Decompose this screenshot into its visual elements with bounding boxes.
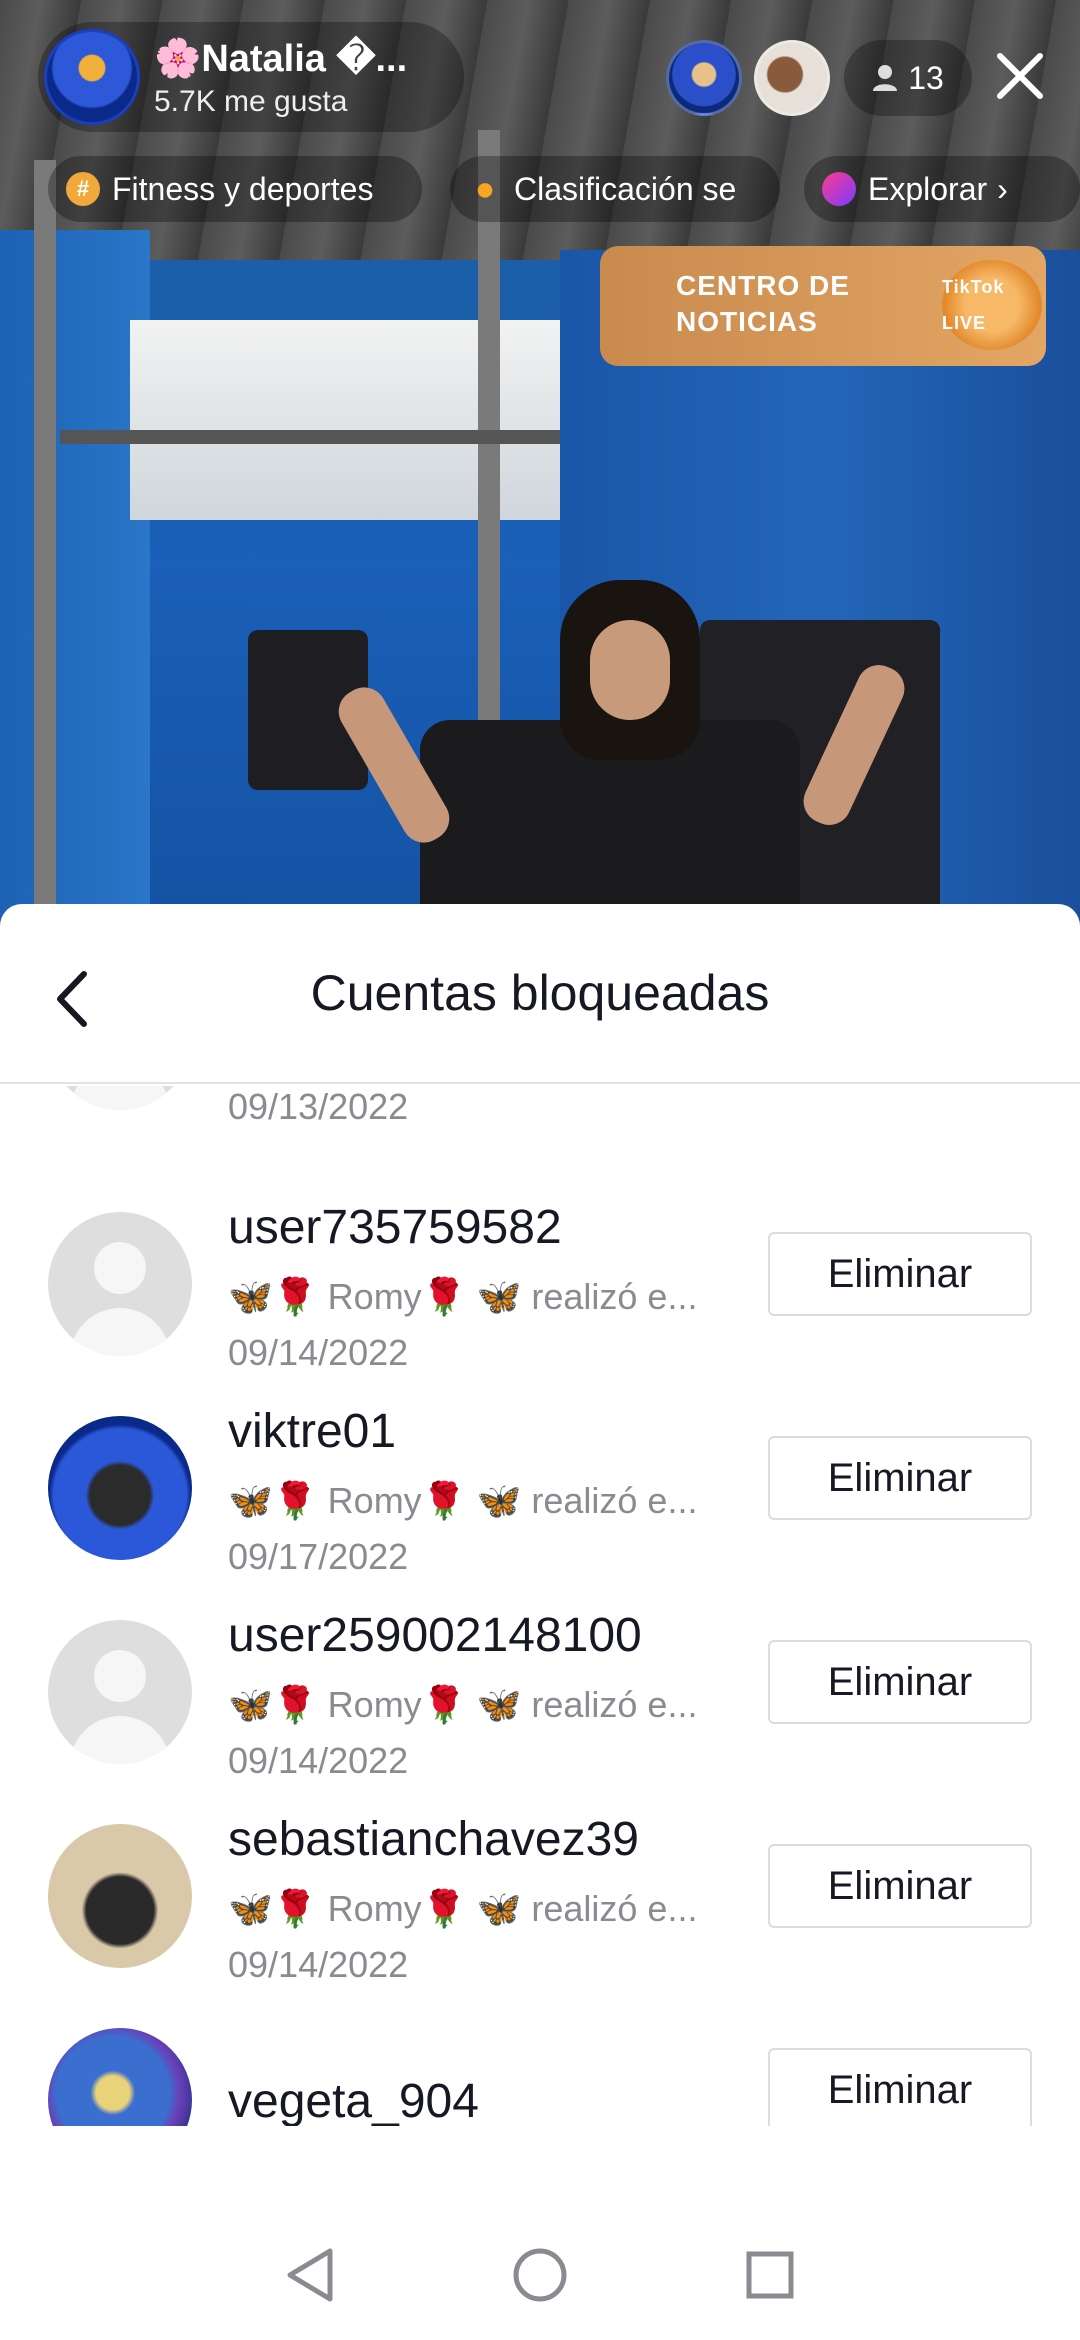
list-item: sebastianchavez39 🦋🌹 Romy🌹 🦋 realizó e..… bbox=[0, 1813, 1080, 2028]
remove-button[interactable]: Eliminar bbox=[768, 1844, 1032, 1928]
butterfly-icon: 🦋 bbox=[228, 1480, 273, 1521]
rose-icon: 🌹 bbox=[421, 1684, 467, 1725]
square-recents-icon bbox=[746, 2251, 794, 2299]
stream-pole bbox=[34, 160, 56, 940]
system-nav-bar bbox=[0, 2210, 1080, 2340]
user-avatar[interactable] bbox=[48, 1086, 192, 1110]
nav-home-button[interactable] bbox=[500, 2235, 580, 2315]
person-icon bbox=[873, 65, 898, 91]
chip-ranking[interactable]: ● Clasificación se bbox=[450, 156, 780, 222]
sheet-title: Cuentas bloqueadas bbox=[310, 965, 770, 1021]
streamer-face bbox=[590, 620, 670, 720]
stream-window bbox=[130, 320, 570, 520]
blocked-accounts-list[interactable]: 09/13/2022 user735759582 🦋🌹 Romy🌹 🦋 real… bbox=[0, 1086, 1080, 2126]
block-description: 🦋🌹 Romy🌹 🦋 realizó e... bbox=[228, 1888, 708, 1930]
desc-name: Romy bbox=[327, 1480, 422, 1521]
list-item: user735759582 🦋🌹 Romy🌹 🦋 realizó e... 09… bbox=[0, 1201, 1080, 1416]
remove-button[interactable]: Eliminar bbox=[768, 1640, 1032, 1724]
block-date: 09/13/2022 bbox=[228, 1086, 409, 1127]
remove-button[interactable]: Eliminar bbox=[768, 1232, 1032, 1316]
nav-back-button[interactable] bbox=[270, 2235, 350, 2315]
butterfly-icon: 🦋 bbox=[476, 1276, 522, 1317]
rose-icon: 🌹 bbox=[421, 1888, 467, 1929]
desc-suffix: realizó e... bbox=[531, 1684, 698, 1725]
host-info-pill[interactable]: 🌸Natalia �... 5.7K me gusta bbox=[38, 22, 464, 132]
rose-icon: 🌹 bbox=[272, 1480, 318, 1521]
live-stream-video[interactable] bbox=[0, 0, 1080, 940]
chip-label: Fitness y deportes bbox=[112, 170, 374, 207]
rose-icon: 🌹 bbox=[272, 1276, 318, 1317]
username[interactable]: viktre01 bbox=[228, 1404, 396, 1459]
desc-name: Romy bbox=[327, 1276, 422, 1317]
stream-bar bbox=[60, 430, 560, 444]
remove-button[interactable]: Eliminar bbox=[768, 2048, 1032, 2126]
block-description: 🦋🌹 Romy🌹 🦋 realizó e... bbox=[228, 1276, 708, 1318]
chip-label: Clasificación se bbox=[514, 170, 737, 207]
block-description: 🦋🌹 Romy🌹 🦋 realizó e... bbox=[228, 1480, 708, 1522]
butterfly-icon: 🦋 bbox=[476, 1480, 522, 1521]
desc-suffix: realizó e... bbox=[531, 1276, 698, 1317]
user-avatar[interactable] bbox=[48, 2028, 192, 2126]
explore-icon bbox=[822, 172, 856, 206]
circle-home-icon bbox=[513, 2248, 567, 2302]
block-date: 09/14/2022 bbox=[228, 1944, 409, 1985]
block-date: 09/17/2022 bbox=[228, 1536, 409, 1577]
chevron-right-icon: › bbox=[997, 170, 1008, 207]
username[interactable]: user735759582 bbox=[228, 1200, 562, 1255]
tiktok-live-logo: TikTok LIVE bbox=[942, 260, 1042, 350]
block-date: 09/14/2022 bbox=[228, 1332, 409, 1373]
user-avatar[interactable] bbox=[48, 1824, 192, 1968]
chip-explore[interactable]: Explorar › bbox=[804, 156, 1080, 222]
user-avatar[interactable] bbox=[48, 1620, 192, 1764]
butterfly-icon: 🦋 bbox=[228, 1276, 273, 1317]
triangle-back-icon bbox=[287, 2248, 333, 2302]
list-item: user259002148100 🦋🌹 Romy🌹 🦋 realizó e...… bbox=[0, 1609, 1080, 1824]
block-description: 🦋🌹 Romy🌹 🦋 realizó e... bbox=[228, 1684, 708, 1726]
hashtag-icon: # bbox=[66, 172, 100, 206]
close-icon-svg bbox=[997, 53, 1043, 99]
list-item-partial: 09/13/2022 bbox=[0, 1086, 1080, 1170]
remove-button[interactable]: Eliminar bbox=[768, 1436, 1032, 1520]
block-date: 09/14/2022 bbox=[228, 1740, 409, 1781]
host-avatar[interactable] bbox=[44, 29, 140, 125]
butterfly-icon: 🦋 bbox=[228, 1888, 273, 1929]
rose-icon: 🌹 bbox=[421, 1276, 467, 1317]
username[interactable]: user259002148100 bbox=[228, 1608, 642, 1663]
viewer-count-badge[interactable]: 13 bbox=[844, 40, 972, 116]
sheet-header: Cuentas bloqueadas bbox=[0, 904, 1080, 1084]
stream-tarp-left bbox=[0, 230, 150, 940]
desc-suffix: realizó e... bbox=[531, 1888, 698, 1929]
rose-icon: 🌹 bbox=[272, 1888, 318, 1929]
butterfly-icon: 🦋 bbox=[476, 1888, 522, 1929]
news-center-banner[interactable]: CENTRO DE NOTICIAS TikTok LIVE bbox=[600, 246, 1046, 366]
user-avatar[interactable] bbox=[48, 1212, 192, 1356]
viewer-count: 13 bbox=[908, 59, 944, 96]
butterfly-icon: 🦋 bbox=[476, 1684, 522, 1725]
list-item: viktre01 🦋🌹 Romy🌹 🦋 realizó e... 09/17/2… bbox=[0, 1405, 1080, 1620]
top-viewer-avatar[interactable] bbox=[666, 40, 742, 116]
host-name: 🌸Natalia �... bbox=[154, 37, 408, 80]
close-icon[interactable] bbox=[988, 42, 1052, 114]
desc-suffix: realizó e... bbox=[531, 1480, 698, 1521]
butterfly-icon: 🦋 bbox=[228, 1684, 273, 1725]
blocked-accounts-sheet: Cuentas bloqueadas 09/13/2022 user735759… bbox=[0, 904, 1080, 2340]
nav-recents-button[interactable] bbox=[730, 2235, 810, 2315]
user-avatar[interactable] bbox=[48, 1416, 192, 1560]
rose-icon: 🌹 bbox=[421, 1480, 467, 1521]
rose-icon: 🌹 bbox=[272, 1684, 318, 1725]
host-likes: 5.7K me gusta bbox=[154, 84, 348, 118]
desc-name: Romy bbox=[327, 1888, 422, 1929]
desc-name: Romy bbox=[327, 1684, 422, 1725]
chip-fitness[interactable]: # Fitness y deportes bbox=[48, 156, 422, 222]
username[interactable]: sebastianchavez39 bbox=[228, 1812, 639, 1867]
top-viewer-avatar[interactable] bbox=[754, 40, 830, 116]
chip-label: Explorar bbox=[868, 170, 988, 207]
username[interactable]: vegeta_904 bbox=[228, 2074, 479, 2126]
flame-icon: ● bbox=[474, 169, 496, 208]
list-item: vegeta_904 Eliminar bbox=[0, 2028, 1080, 2126]
